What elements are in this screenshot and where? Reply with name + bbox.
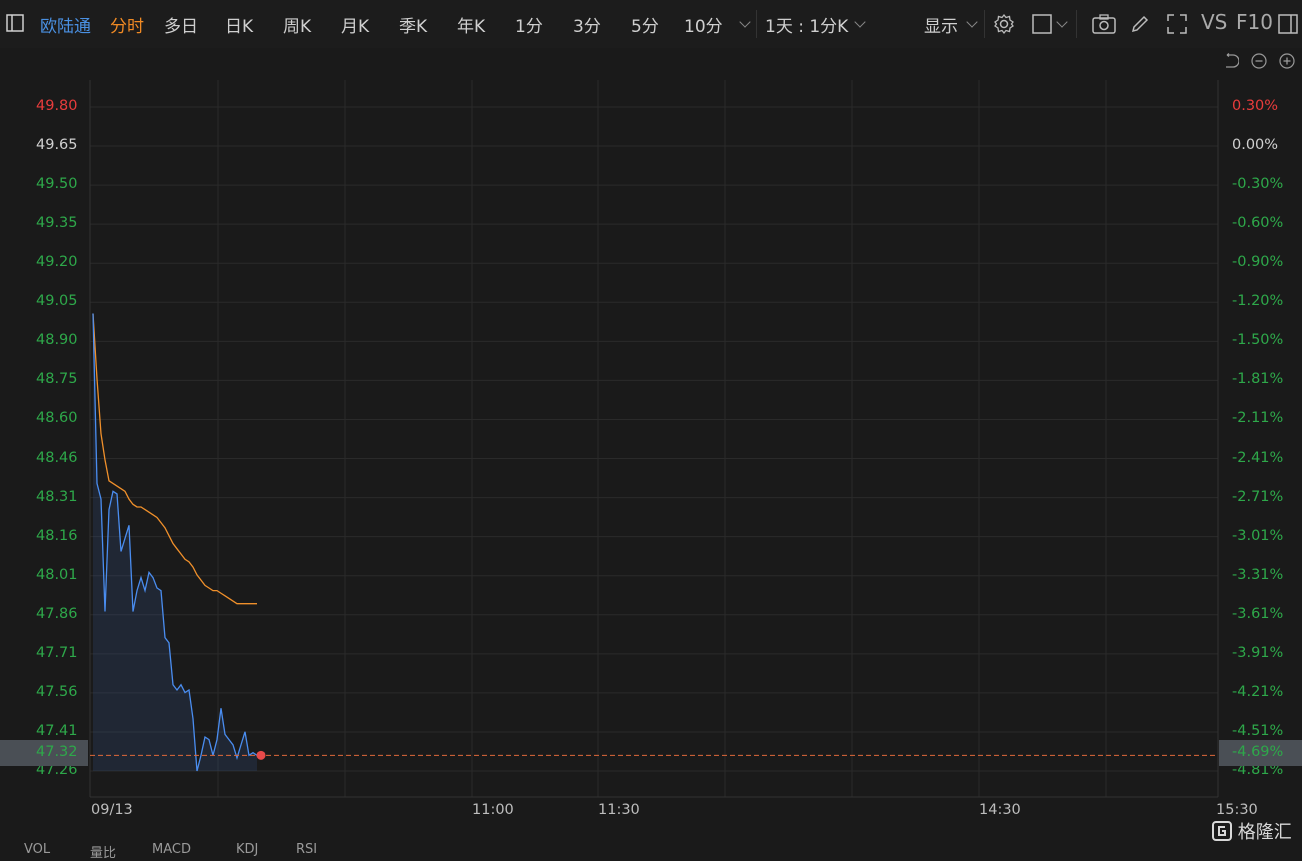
tab-kdj[interactable]: KDJ [236,842,258,857]
price-tick-label: 48.31 [36,488,78,505]
watermark-text: 格隆汇 [1237,822,1292,843]
pct-tick-label: 0.30% [1232,98,1279,114]
tab-vol[interactable]: VOL [24,842,50,857]
price-tick-label: 49.35 [36,215,78,232]
pct-tick-label: -0.90% [1232,254,1284,271]
price-tick-label: 47.41 [36,722,78,739]
watermark-logo: 格隆汇 [1212,818,1292,844]
time-tick-1130: 11:30 [598,802,640,818]
pct-tick-label: -2.11% [1232,410,1284,427]
pct-tick-label: -0.60% [1232,215,1284,232]
price-tick-label: 48.16 [36,527,78,544]
pct-tick-label: -3.31% [1232,566,1284,583]
chart-lines [90,313,1218,772]
pct-tick-label: -1.20% [1232,293,1284,310]
pct-tick-label: -2.41% [1232,449,1284,466]
pct-tick-label: 0.00% [1232,137,1279,154]
price-tick-label: 49.05 [36,293,78,310]
time-tick-1530: 15:30 [1216,802,1258,818]
current-pct-label: -4.69% [1232,744,1284,760]
tab-volume-ratio[interactable]: 量比 [90,842,116,861]
tab-rsi[interactable]: RSI [296,842,317,857]
pct-tick-label: -3.01% [1232,527,1284,544]
pct-tick-label: -1.50% [1232,332,1284,349]
pct-tick-label: -3.91% [1232,644,1284,661]
price-tick-label: 48.75 [36,371,78,388]
time-tick-1100: 11:00 [472,802,514,818]
price-tick-label: 49.65 [36,137,78,154]
price-tick-label: 48.46 [36,449,78,466]
current-price-label: 47.32 [36,744,78,760]
tab-macd[interactable]: MACD [152,842,191,857]
price-tick-label: 49.80 [36,98,78,114]
price-tick-label: 48.90 [36,332,78,349]
price-tick-label: 49.20 [36,254,78,271]
pct-tick-label: -1.81% [1232,371,1284,388]
price-tick-label: 49.50 [36,176,78,193]
pct-tick-label: -2.71% [1232,488,1284,505]
current-price-dot [256,750,266,760]
price-area [93,313,257,771]
intraday-chart[interactable] [0,0,1302,851]
pct-tick-label: -3.61% [1232,605,1284,622]
pct-tick-label: -4.21% [1232,683,1284,700]
pct-tick-label: -0.30% [1232,176,1284,193]
price-tick-label: 48.01 [36,566,78,583]
price-tick-label: 47.86 [36,605,78,622]
price-tick-label: 48.60 [36,410,78,427]
time-tick-1430: 14:30 [979,802,1021,818]
price-area-fill [93,313,257,771]
chart-grid [89,80,1219,798]
price-tick-label: 47.56 [36,683,78,700]
pct-tick-label: -4.51% [1232,722,1284,739]
price-tick-label: 47.71 [36,644,78,661]
date-label: 09/13 [91,802,133,818]
